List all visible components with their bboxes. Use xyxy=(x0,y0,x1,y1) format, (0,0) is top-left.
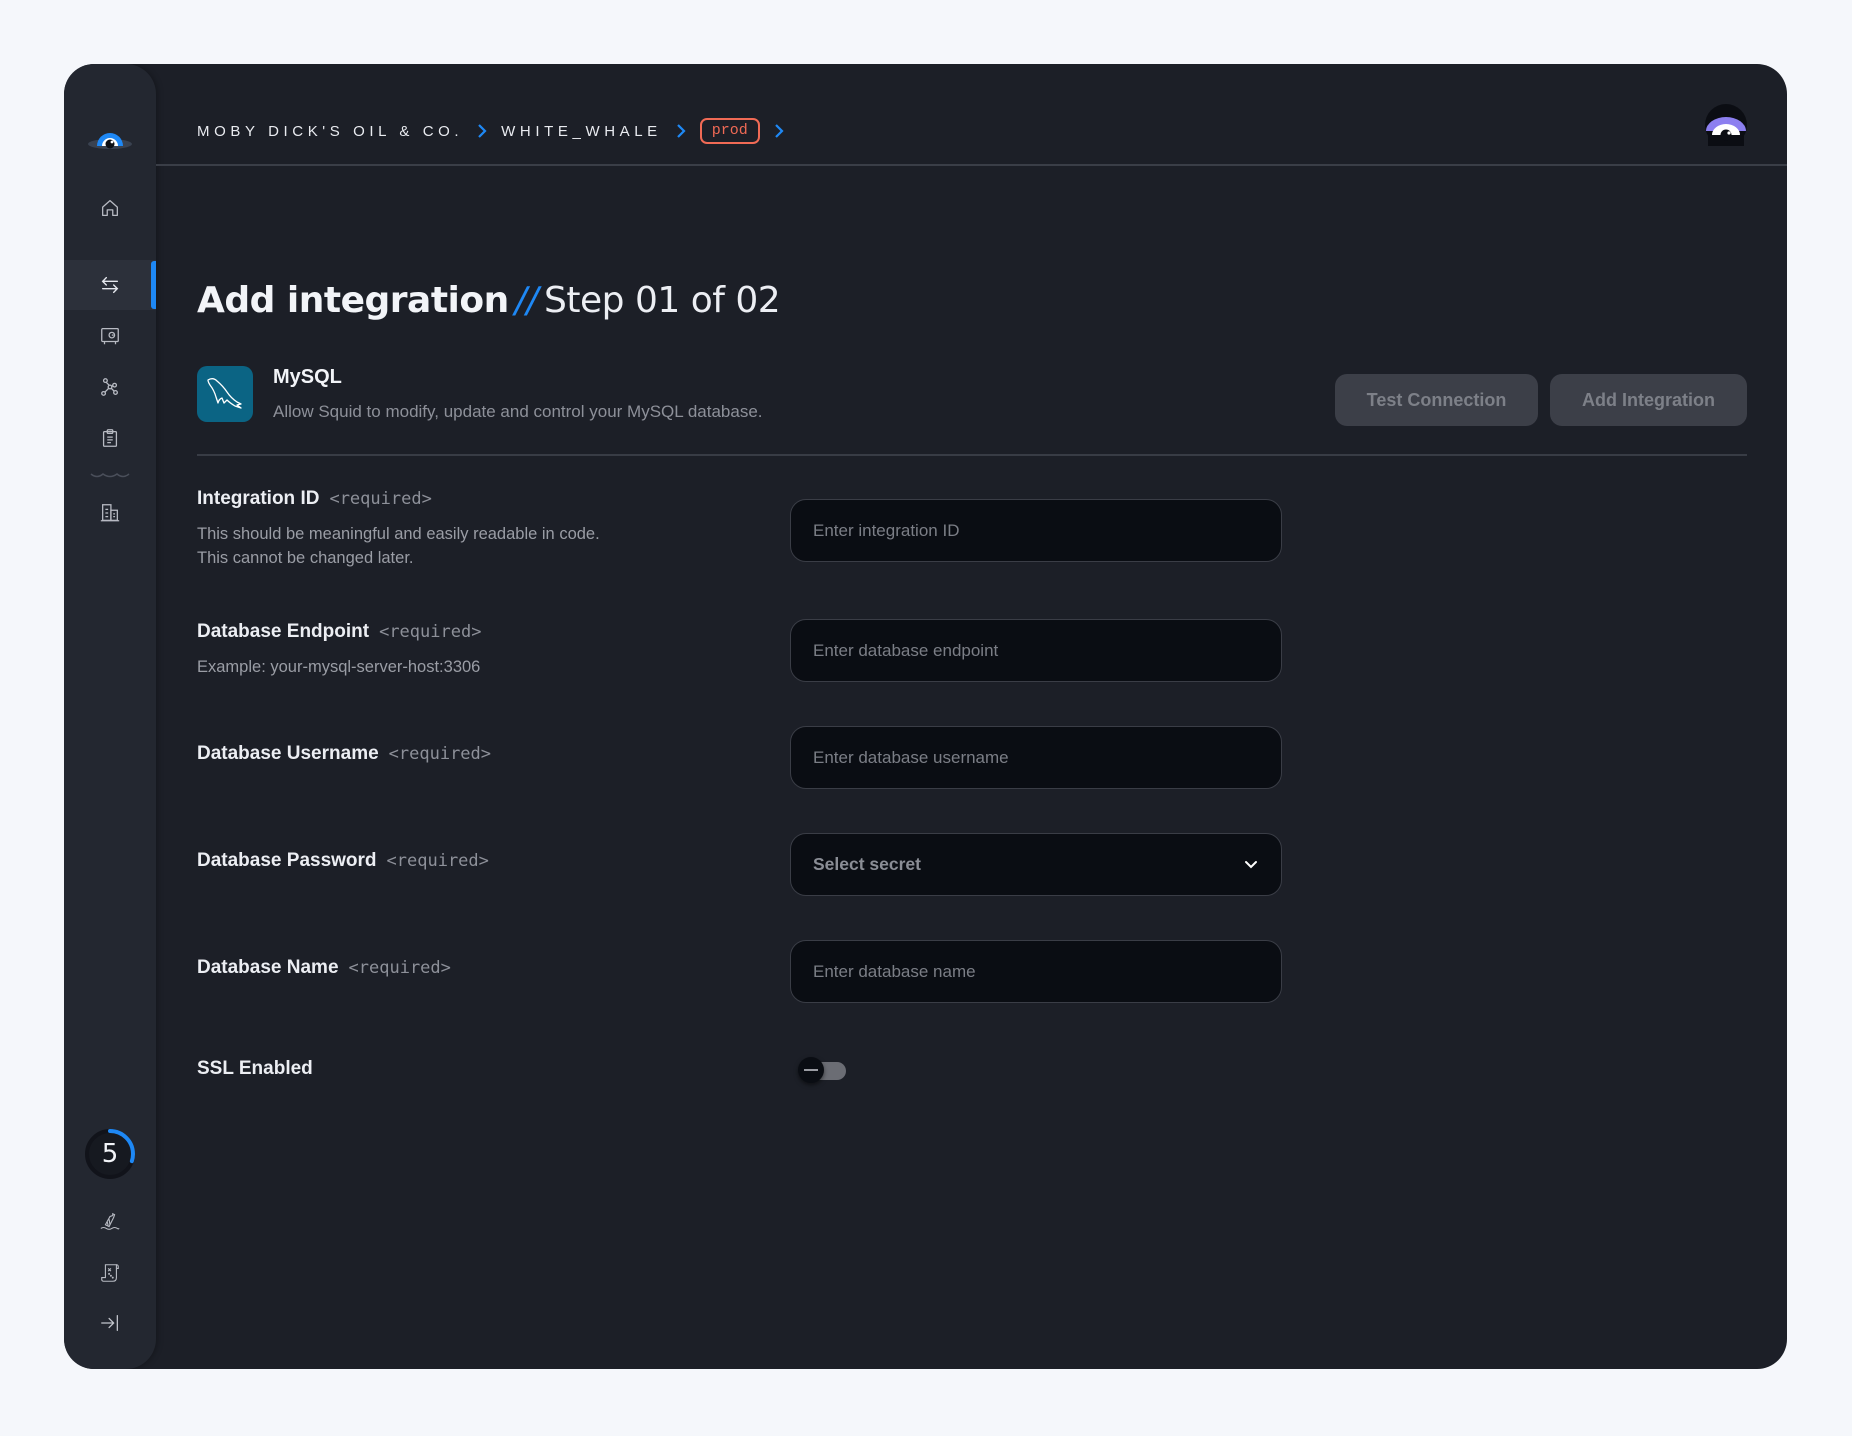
bottle-icon xyxy=(100,1212,120,1230)
mysql-icon-tile xyxy=(197,366,253,422)
step-indicator: Step 01 of 02 xyxy=(544,280,781,321)
page-title: Add integration//Step 01 of 02 xyxy=(197,280,781,321)
squid-logo-icon[interactable] xyxy=(86,124,134,154)
integration-id-help: This should be meaningful and easily rea… xyxy=(197,522,600,570)
usage-counter[interactable]: 5 xyxy=(84,1128,136,1180)
toggle-knob xyxy=(798,1057,824,1083)
chevron-right-icon xyxy=(677,124,686,138)
breadcrumb-application[interactable]: WHITE_WHALE xyxy=(501,123,662,140)
scroll-map-icon xyxy=(101,1264,119,1282)
database-name-label: Database Name <required> xyxy=(197,957,451,979)
section-divider xyxy=(197,454,1747,456)
vault-icon xyxy=(101,328,119,345)
database-endpoint-label: Database Endpoint <required> xyxy=(197,621,481,643)
sidebar-item-secrets[interactable] xyxy=(64,311,156,361)
counter-value: 5 xyxy=(101,1139,119,1169)
field-label-text: Integration ID xyxy=(197,488,320,509)
database-username-input[interactable] xyxy=(790,726,1282,789)
test-connection-button[interactable]: Test Connection xyxy=(1335,374,1538,426)
sidebar-item-organization[interactable] xyxy=(64,488,156,538)
integration-description: Allow Squid to modify, update and contro… xyxy=(273,402,763,421)
sidebar-item-home[interactable] xyxy=(64,183,156,233)
ssl-enabled-label: SSL Enabled xyxy=(197,1058,313,1079)
sidebar: 5 xyxy=(64,64,156,1369)
database-endpoint-help: Example: your-mysql-server-host:3306 xyxy=(197,655,480,679)
field-label-text: Database Username xyxy=(197,743,379,764)
help-line: This should be meaningful and easily rea… xyxy=(197,525,600,543)
mysql-dolphin-icon xyxy=(207,378,242,409)
sidebar-item-treasure-map[interactable] xyxy=(64,1248,156,1298)
field-label-text: Database Password xyxy=(197,850,377,871)
sidebar-collapse-button[interactable] xyxy=(64,1298,156,1348)
database-password-label: Database Password <required> xyxy=(197,850,489,872)
network-icon xyxy=(101,378,118,396)
required-tag: <required> xyxy=(329,489,432,509)
wave-divider xyxy=(90,473,130,478)
app-window: 5 MOBY DICK'S OIL & CO. WHITE_WHALE prod… xyxy=(64,64,1787,1369)
add-integration-button[interactable]: Add Integration xyxy=(1550,374,1747,426)
ssl-enabled-toggle[interactable] xyxy=(798,1054,846,1084)
home-icon xyxy=(102,200,118,216)
sidebar-item-graph[interactable] xyxy=(64,362,156,412)
field-label-text: Database Endpoint xyxy=(197,621,370,642)
sidebar-item-logs[interactable] xyxy=(64,413,156,463)
database-name-input[interactable] xyxy=(790,940,1282,1003)
required-tag: <required> xyxy=(388,744,492,764)
chevron-down-icon xyxy=(1245,860,1257,868)
integration-id-input[interactable] xyxy=(790,499,1282,562)
clipboard-icon xyxy=(102,429,118,447)
environment-badge[interactable]: prod xyxy=(699,118,760,144)
sidebar-item-bottle[interactable] xyxy=(64,1197,156,1247)
required-tag: <required> xyxy=(386,851,489,871)
chevron-right-icon xyxy=(478,124,487,138)
user-avatar[interactable] xyxy=(1705,104,1747,146)
breadcrumb-organization[interactable]: MOBY DICK'S OIL & CO. xyxy=(197,123,463,140)
screen-background: 5 MOBY DICK'S OIL & CO. WHITE_WHALE prod… xyxy=(0,0,1852,1436)
integration-name: MySQL xyxy=(273,366,342,388)
select-value: Select secret xyxy=(813,854,921,874)
top-header: MOBY DICK'S OIL & CO. WHITE_WHALE prod xyxy=(156,64,1787,166)
page-title-main: Add integration xyxy=(197,280,509,321)
database-endpoint-input[interactable] xyxy=(790,619,1282,682)
buildings-icon xyxy=(100,504,120,522)
help-line: This cannot be changed later. xyxy=(197,549,414,567)
required-tag: <required> xyxy=(348,958,451,978)
database-password-secret-select[interactable]: Select secret xyxy=(790,833,1282,896)
database-username-label: Database Username <required> xyxy=(197,743,491,765)
breadcrumb: MOBY DICK'S OIL & CO. WHITE_WHALE prod xyxy=(197,118,784,144)
collapse-sidebar-icon xyxy=(101,1315,118,1331)
sidebar-item-integrations[interactable] xyxy=(64,260,156,310)
chevron-right-icon[interactable] xyxy=(774,123,784,139)
title-separator: // xyxy=(514,280,539,321)
field-label-text: Database Name xyxy=(197,957,339,978)
integration-id-label: Integration ID <required> xyxy=(197,488,432,510)
required-tag: <required> xyxy=(379,622,482,642)
arrows-swap-icon xyxy=(101,276,119,294)
help-line: Example: your-mysql-server-host:3306 xyxy=(197,658,481,676)
